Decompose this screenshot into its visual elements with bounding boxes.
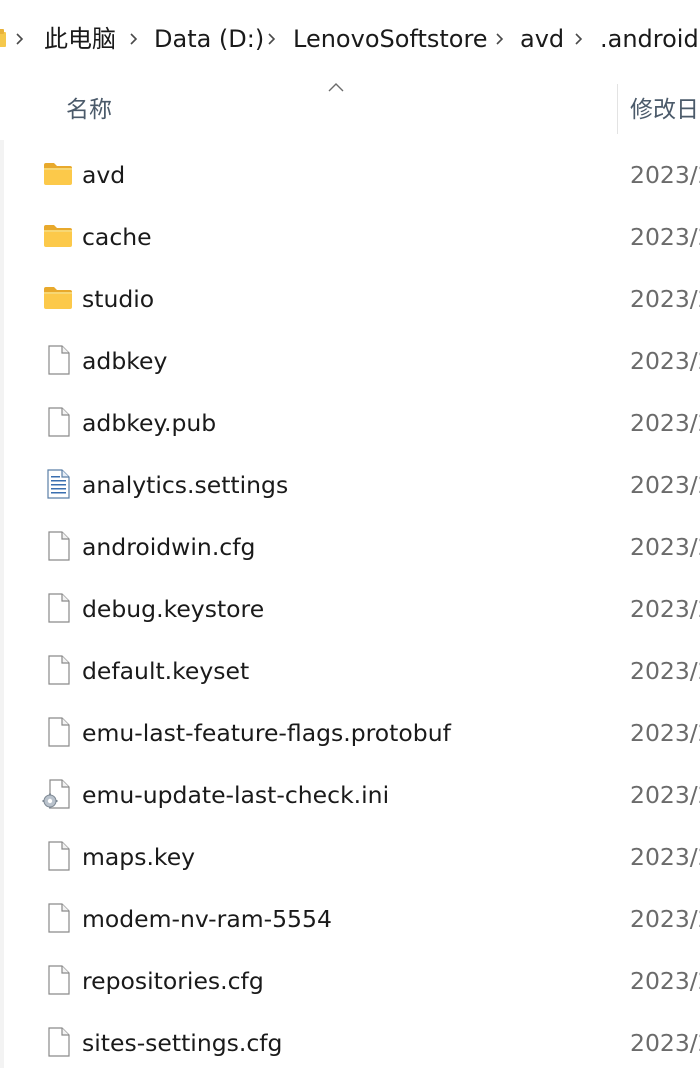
file-list: avd 2023/2 cache 2023/2 studio 2023/2 adbke…: [0, 144, 700, 1068]
file-date-modified: 2023/2: [630, 161, 700, 189]
file-row[interactable]: debug.keystore 2023/2: [0, 578, 700, 640]
file-name[interactable]: analytics.settings: [82, 467, 288, 503]
chevron-right-icon[interactable]: [128, 29, 140, 49]
column-header-name[interactable]: 名称: [66, 92, 112, 128]
file-row[interactable]: analytics.settings 2023/2: [0, 454, 700, 516]
file-date-modified: 2023/2: [630, 409, 700, 437]
chevron-right-icon[interactable]: [14, 29, 26, 49]
file-row[interactable]: androidwin.cfg 2023/2: [0, 516, 700, 578]
file-date-modified: 2023/2: [630, 657, 700, 685]
file-name[interactable]: debug.keystore: [82, 591, 264, 627]
file-date-modified: 2023/2: [630, 285, 700, 313]
file-row[interactable]: sites-settings.cfg 2023/2: [0, 1012, 700, 1068]
file-row[interactable]: adbkey.pub 2023/2: [0, 392, 700, 454]
settings-file-icon: [42, 778, 74, 810]
file-row[interactable]: emu-update-last-check.ini 2023/2: [0, 764, 700, 826]
file-explorer-window: 此电脑 Data (D:) LenovoSoftstore avd .andro…: [0, 0, 700, 1068]
breadcrumb-item-android[interactable]: .android: [600, 22, 699, 56]
folder-icon: [42, 282, 74, 314]
file-date-modified: 2023/2: [630, 595, 700, 623]
file-row[interactable]: modem-nv-ram-5554 2023/2: [0, 888, 700, 950]
column-divider[interactable]: [617, 84, 618, 134]
file-row[interactable]: studio 2023/2: [0, 268, 700, 330]
file-date-modified: 2023/2: [630, 781, 700, 809]
file-row[interactable]: cache 2023/2: [0, 206, 700, 268]
chevron-right-icon[interactable]: [573, 29, 585, 49]
file-name[interactable]: default.keyset: [82, 653, 249, 689]
file-name[interactable]: emu-last-feature-flags.protobuf: [82, 715, 451, 751]
file-name[interactable]: adbkey: [82, 343, 167, 379]
breadcrumb-item-avd[interactable]: avd: [520, 22, 564, 56]
file-date-modified: 2023/2: [630, 471, 700, 499]
sort-ascending-icon: [328, 83, 344, 92]
chevron-right-icon[interactable]: [494, 29, 506, 49]
file-date-modified: 2023/2: [630, 905, 700, 933]
breadcrumb-item-data-drive[interactable]: Data (D:): [154, 22, 264, 56]
file-date-modified: 2023/2: [630, 1029, 700, 1057]
file-name[interactable]: repositories.cfg: [82, 963, 264, 999]
file-icon: [42, 654, 74, 686]
file-icon: [42, 902, 74, 934]
file-icon: [42, 592, 74, 624]
file-name[interactable]: avd: [82, 157, 125, 193]
file-name[interactable]: cache: [82, 219, 152, 255]
file-row[interactable]: repositories.cfg 2023/2: [0, 950, 700, 1012]
file-name[interactable]: emu-update-last-check.ini: [82, 777, 389, 813]
text-file-icon: [42, 468, 74, 500]
folder-icon: [42, 158, 74, 190]
file-icon: [42, 716, 74, 748]
file-icon: [42, 964, 74, 996]
file-date-modified: 2023/2: [630, 967, 700, 995]
file-name[interactable]: sites-settings.cfg: [82, 1025, 282, 1061]
file-date-modified: 2023/2: [630, 719, 700, 747]
file-row[interactable]: maps.key 2023/2: [0, 826, 700, 888]
file-row[interactable]: emu-last-feature-flags.protobuf 2023/2: [0, 702, 700, 764]
file-date-modified: 2023/2: [630, 843, 700, 871]
file-icon: [42, 406, 74, 438]
breadcrumb: 此电脑 Data (D:) LenovoSoftstore avd .andro…: [0, 0, 700, 78]
chevron-right-icon[interactable]: [266, 29, 278, 49]
file-row[interactable]: adbkey 2023/2: [0, 330, 700, 392]
breadcrumb-item-lenovosoftstore[interactable]: LenovoSoftstore: [293, 22, 488, 56]
folder-icon: [0, 29, 6, 47]
file-date-modified: 2023/2: [630, 223, 700, 251]
column-header-date-modified[interactable]: 修改日: [630, 92, 699, 128]
file-icon: [42, 530, 74, 562]
file-date-modified: 2023/2: [630, 347, 700, 375]
file-name[interactable]: maps.key: [82, 839, 195, 875]
file-icon: [42, 344, 74, 376]
breadcrumb-item-this-pc[interactable]: 此电脑: [44, 22, 116, 56]
file-icon: [42, 1026, 74, 1058]
file-icon: [42, 840, 74, 872]
file-name[interactable]: androidwin.cfg: [82, 529, 255, 565]
file-name[interactable]: studio: [82, 281, 154, 317]
folder-icon: [42, 220, 74, 252]
file-row[interactable]: avd 2023/2: [0, 144, 700, 206]
file-name[interactable]: modem-nv-ram-5554: [82, 901, 332, 937]
file-row[interactable]: default.keyset 2023/2: [0, 640, 700, 702]
file-name[interactable]: adbkey.pub: [82, 405, 216, 441]
file-date-modified: 2023/2: [630, 533, 700, 561]
